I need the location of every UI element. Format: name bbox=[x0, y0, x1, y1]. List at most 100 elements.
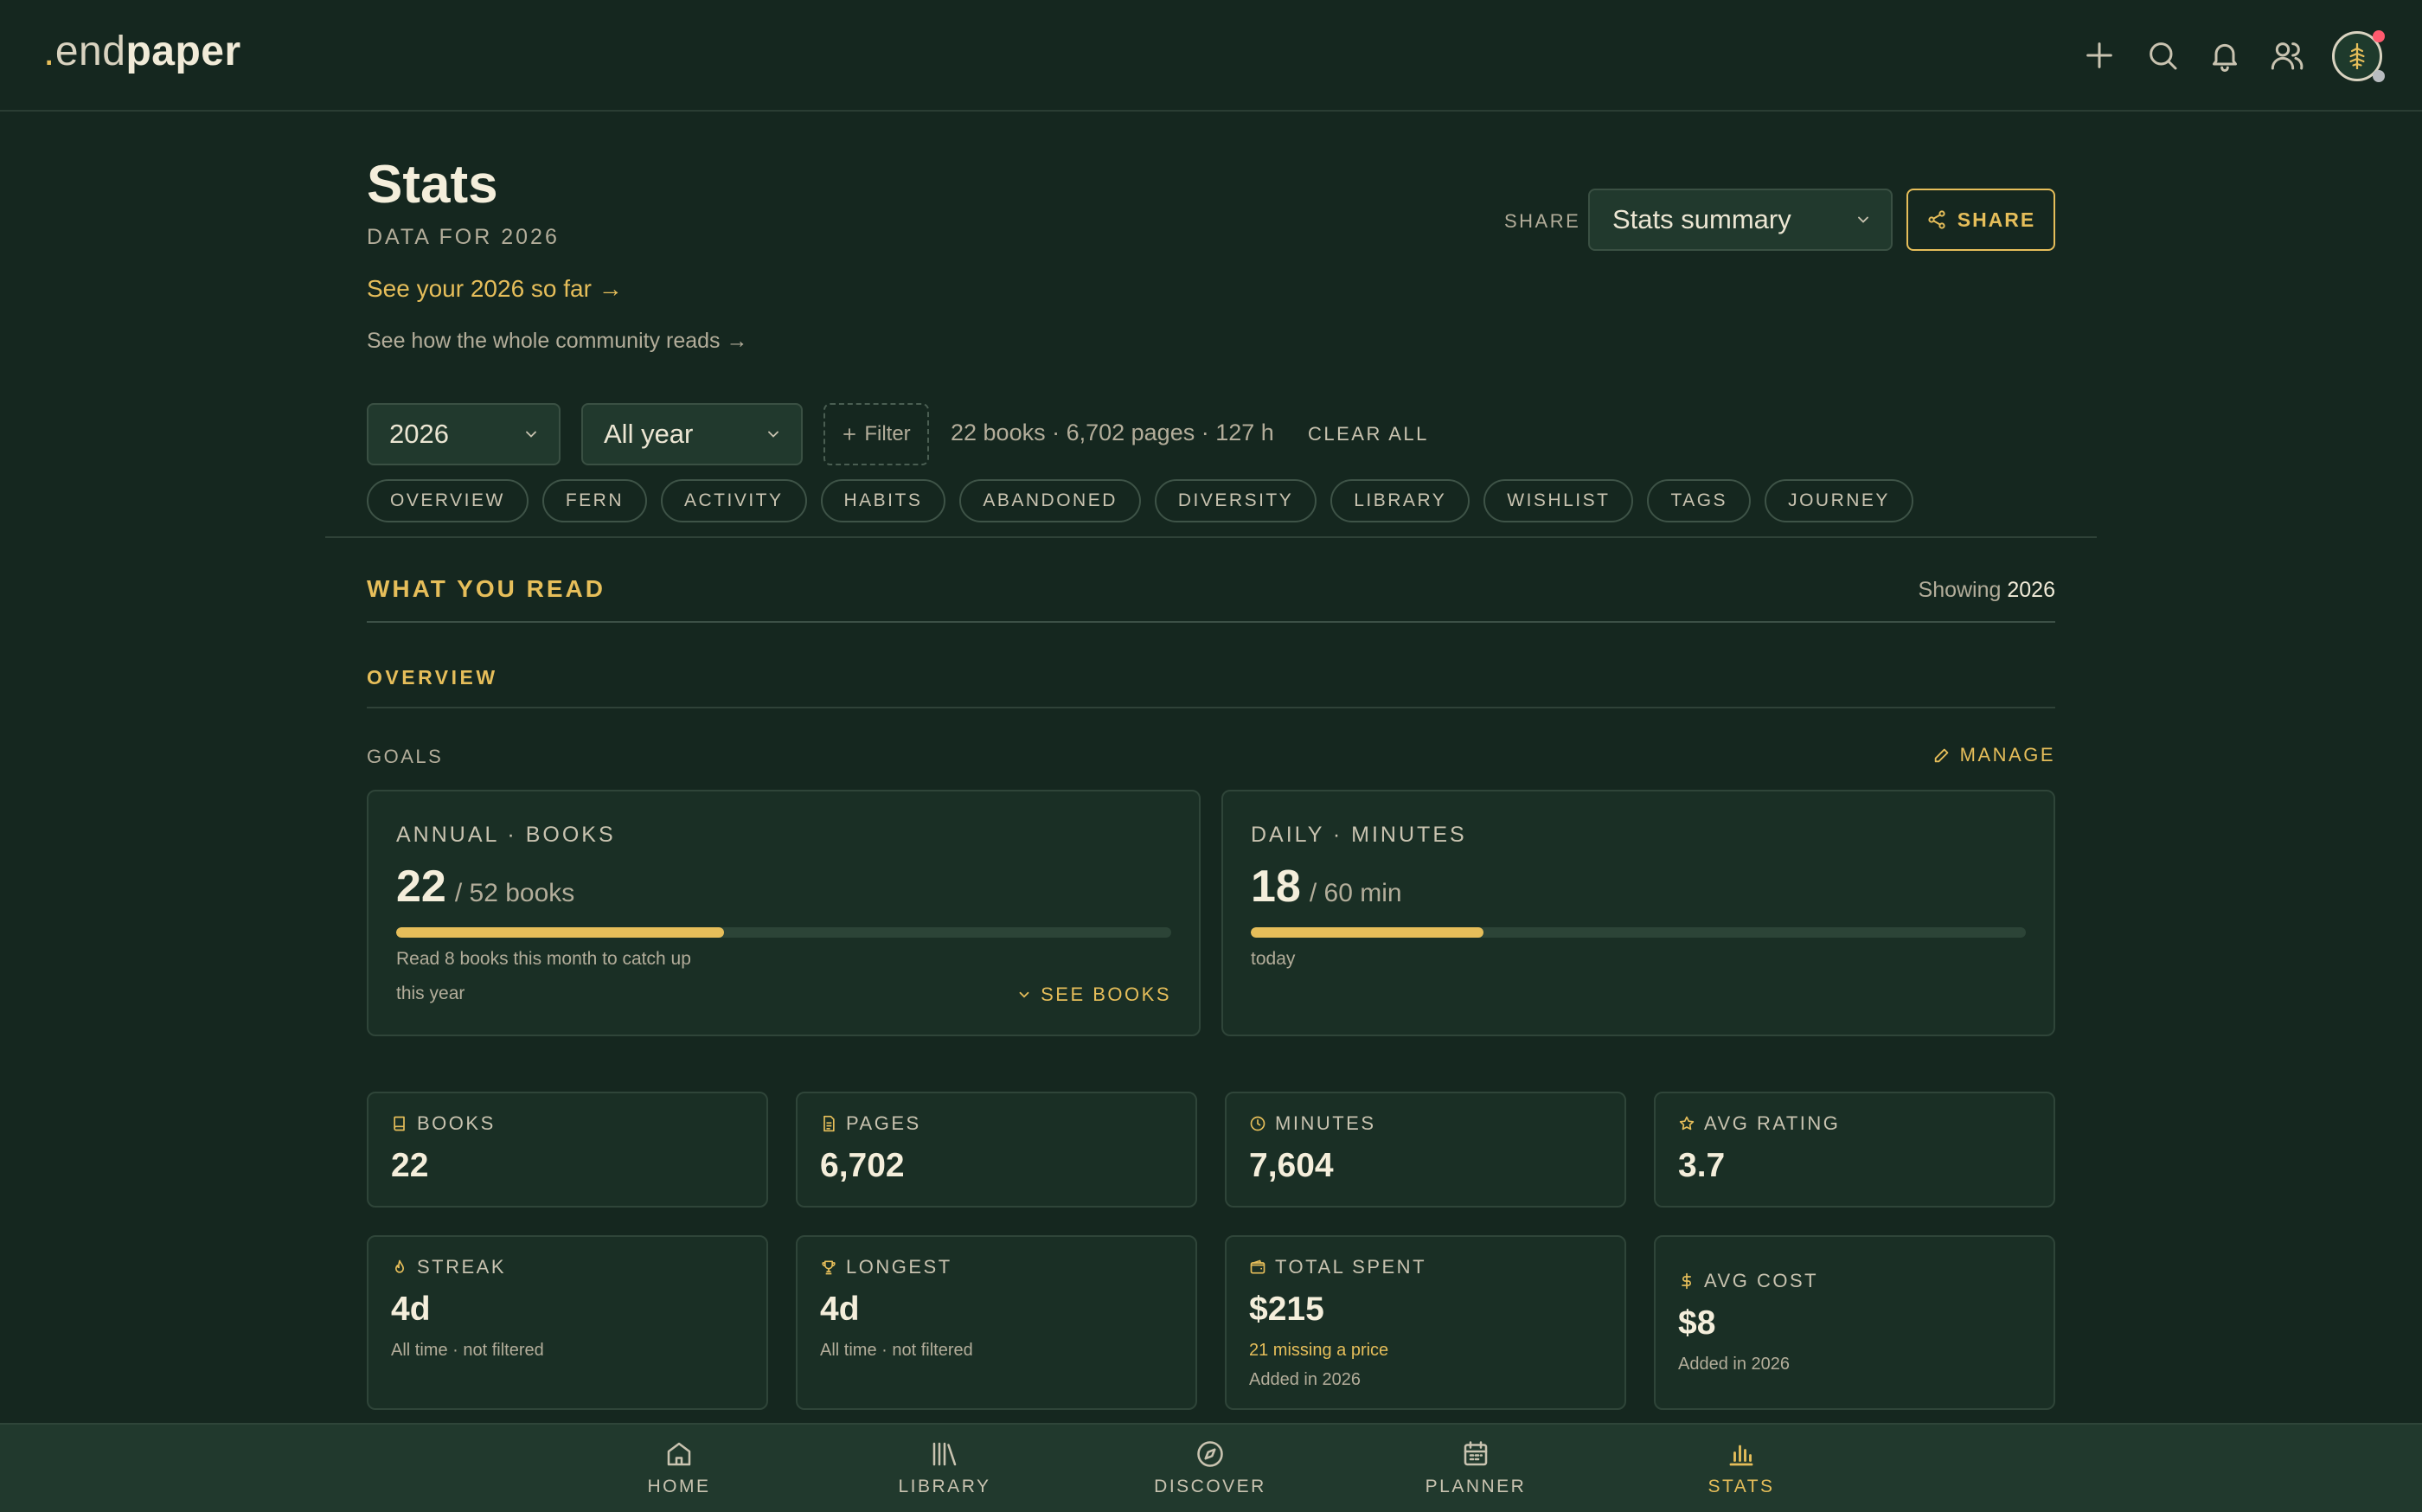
section-title: WHAT YOU READ bbox=[367, 575, 606, 602]
avatar[interactable] bbox=[2332, 30, 2385, 82]
tab-wishlist[interactable]: WISHLIST bbox=[1483, 479, 1634, 522]
search-icon[interactable] bbox=[2145, 38, 2180, 73]
stat-value: 3.7 bbox=[1678, 1147, 1726, 1184]
bell-icon[interactable] bbox=[2207, 38, 2242, 73]
stats-tabs: OVERVIEW FERN ACTIVITY HABITS ABANDONED … bbox=[367, 479, 1913, 522]
tab-diversity[interactable]: DIVERSITY bbox=[1154, 479, 1317, 522]
stat-card-pages: PAGES 6,702 bbox=[796, 1092, 1197, 1208]
goal-card-annual-books: ANNUAL · BOOKS 22 / 52 books Read 8 book… bbox=[367, 790, 1201, 1036]
stat-value: 4d bbox=[391, 1291, 431, 1328]
trophy-icon bbox=[820, 1259, 837, 1276]
goal-progress-fill bbox=[1251, 927, 1483, 938]
flame-icon bbox=[391, 1259, 408, 1276]
goal-period: this year bbox=[396, 983, 465, 1003]
bar-chart-icon bbox=[1726, 1438, 1757, 1470]
stat-card-books: BOOKS 22 bbox=[367, 1092, 768, 1208]
notification-badge bbox=[2373, 30, 2385, 42]
tabs-divider bbox=[325, 536, 2097, 538]
clear-all-button[interactable]: CLEAR ALL bbox=[1308, 423, 1429, 445]
tab-library[interactable]: LIBRARY bbox=[1330, 479, 1470, 522]
wallet-icon bbox=[1249, 1259, 1266, 1276]
goal-title: DAILY · MINUTES bbox=[1251, 823, 1467, 847]
app-logo[interactable]: .endpaper bbox=[43, 28, 241, 75]
tab-journey[interactable]: JOURNEY bbox=[1765, 479, 1913, 522]
missing-price-warning[interactable]: 21 missing a price bbox=[1249, 1341, 1388, 1361]
bottom-nav: HOME LIBRARY DISCOVER PLANNER STATS bbox=[0, 1423, 2422, 1512]
pencil-icon bbox=[1932, 746, 1951, 765]
year-select[interactable]: 2026 bbox=[367, 403, 561, 465]
see-books-button[interactable]: SEE BOOKS bbox=[1016, 983, 1171, 1006]
nav-discover[interactable]: DISCOVER bbox=[1124, 1438, 1297, 1497]
goal-progress-bar bbox=[396, 927, 1171, 938]
tab-habits[interactable]: HABITS bbox=[820, 479, 946, 522]
stat-value: 6,702 bbox=[820, 1147, 905, 1184]
community-link[interactable]: See how the whole community reads → bbox=[367, 329, 748, 354]
goal-title: ANNUAL · BOOKS bbox=[396, 823, 616, 847]
stat-card-avg-cost: AVG COST $8 Added in 2026 bbox=[1654, 1235, 2055, 1410]
stat-note: All time · not filtered bbox=[820, 1341, 973, 1360]
showing-indicator: Showing 2026 bbox=[1918, 578, 2055, 602]
users-icon[interactable] bbox=[2270, 38, 2304, 73]
subsection-title: OVERVIEW bbox=[367, 666, 498, 689]
goal-note: Read 8 books this month to catch up bbox=[396, 949, 691, 969]
add-filter-button[interactable]: Filter bbox=[823, 403, 929, 465]
stat-card-total-spent: TOTAL SPENT $215 21 missing a price Adde… bbox=[1225, 1235, 1626, 1410]
tab-fern[interactable]: FERN bbox=[541, 479, 647, 522]
status-indicator bbox=[2373, 70, 2385, 82]
share-button[interactable]: SHARE bbox=[1906, 189, 2055, 251]
share-label: SHARE bbox=[1504, 210, 1581, 232]
tab-tags[interactable]: TAGS bbox=[1647, 479, 1752, 522]
stat-value: $8 bbox=[1678, 1304, 1716, 1342]
goal-card-daily-minutes: DAILY · MINUTES 18 / 60 min today bbox=[1221, 790, 2055, 1036]
nav-planner[interactable]: PLANNER bbox=[1389, 1438, 1562, 1497]
plus-icon bbox=[842, 426, 857, 442]
stat-value: 22 bbox=[391, 1147, 429, 1184]
chevron-down-icon bbox=[1016, 987, 1032, 1003]
page-subtitle: DATA FOR 2026 bbox=[367, 225, 560, 249]
plus-icon[interactable] bbox=[2082, 38, 2117, 73]
calendar-icon bbox=[1460, 1438, 1491, 1470]
goal-period: today bbox=[1251, 949, 1296, 969]
stat-card-avg-rating: AVG RATING 3.7 bbox=[1654, 1092, 2055, 1208]
chevron-down-icon bbox=[1855, 211, 1872, 228]
tab-abandoned[interactable]: ABANDONED bbox=[959, 479, 1141, 522]
page-title: Stats bbox=[367, 155, 498, 215]
goal-progress-fill bbox=[396, 927, 724, 938]
filter-summary: 22 books · 6,702 pages · 127 h bbox=[951, 420, 1274, 445]
goal-value: 22 / 52 books bbox=[396, 862, 575, 912]
nav-library[interactable]: LIBRARY bbox=[858, 1438, 1031, 1497]
stat-note: Added in 2026 bbox=[1249, 1370, 1362, 1389]
chevron-down-icon bbox=[765, 426, 782, 443]
nav-home[interactable]: HOME bbox=[593, 1438, 766, 1497]
stat-value: $215 bbox=[1249, 1291, 1324, 1328]
stat-note: All time · not filtered bbox=[391, 1341, 544, 1360]
book-icon bbox=[391, 1115, 408, 1132]
goal-value: 18 / 60 min bbox=[1251, 862, 1402, 912]
chevron-down-icon bbox=[522, 426, 540, 443]
share-type-select[interactable]: Stats summary bbox=[1588, 189, 1893, 251]
year-recap-link[interactable]: See your 2026 so far → bbox=[367, 275, 623, 303]
clock-icon bbox=[1249, 1115, 1266, 1132]
nav-stats[interactable]: STATS bbox=[1655, 1438, 1828, 1497]
dollar-icon bbox=[1678, 1272, 1695, 1290]
page-icon bbox=[820, 1115, 837, 1132]
stat-card-streak: STREAK 4d All time · not filtered bbox=[367, 1235, 768, 1410]
share-icon bbox=[1926, 209, 1947, 230]
stat-note: Added in 2026 bbox=[1678, 1355, 1791, 1374]
star-icon bbox=[1678, 1115, 1695, 1132]
goals-label: GOALS bbox=[367, 746, 444, 767]
tab-overview[interactable]: OVERVIEW bbox=[367, 479, 529, 522]
subsection-divider bbox=[367, 707, 2055, 708]
top-bar: .endpaper bbox=[0, 0, 2422, 112]
section-divider bbox=[367, 621, 2055, 623]
stat-value: 7,604 bbox=[1249, 1147, 1334, 1184]
stat-card-longest: LONGEST 4d All time · not filtered bbox=[796, 1235, 1197, 1410]
period-select[interactable]: All year bbox=[581, 403, 803, 465]
fern-icon bbox=[2349, 43, 2365, 69]
stat-value: 4d bbox=[820, 1291, 860, 1328]
goal-progress-bar bbox=[1251, 927, 2026, 938]
manage-goals-button[interactable]: MANAGE bbox=[1932, 744, 2055, 766]
home-icon bbox=[663, 1438, 695, 1470]
library-icon bbox=[929, 1438, 960, 1470]
tab-activity[interactable]: ACTIVITY bbox=[660, 479, 807, 522]
